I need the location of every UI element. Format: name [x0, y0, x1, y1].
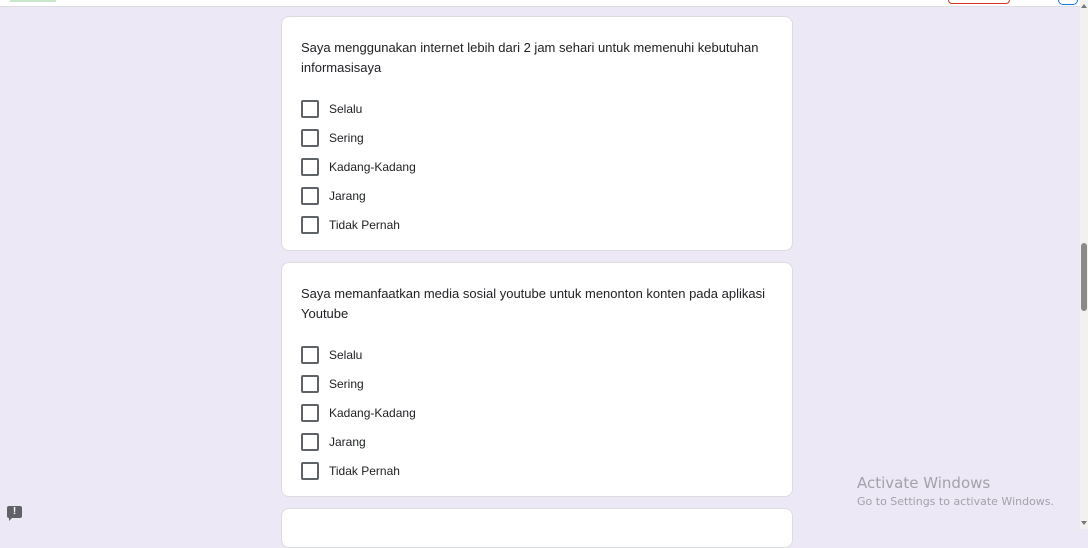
checkbox-icon[interactable]: [301, 374, 319, 393]
option-jarang[interactable]: Jarang: [301, 427, 773, 456]
option-selalu[interactable]: Selalu: [301, 94, 773, 123]
question-card-1: Saya menggunakan internet lebih dari 2 j…: [281, 16, 793, 251]
option-sering[interactable]: Sering: [301, 369, 773, 398]
question-title: Saya memanfaatkan media sosial youtube u…: [301, 286, 765, 321]
watermark-subtitle: Go to Settings to activate Windows.: [857, 495, 1055, 508]
option-tidak-pernah[interactable]: Tidak Pernah: [301, 456, 773, 485]
question-card-2: Saya memanfaatkan media sosial youtube u…: [281, 262, 793, 497]
top-bar-left-element: [10, 0, 56, 2]
question-title: Saya menggunakan internet lebih dari 2 j…: [301, 40, 759, 75]
checkbox-icon[interactable]: [301, 186, 319, 205]
option-jarang[interactable]: Jarang: [301, 181, 773, 210]
option-kadang-kadang[interactable]: Kadang-Kadang: [301, 398, 773, 427]
checkbox-icon[interactable]: [301, 215, 319, 234]
option-label: Sering: [329, 376, 364, 391]
option-label: Selalu: [329, 101, 363, 116]
option-label: Tidak Pernah: [329, 217, 400, 232]
vertical-scrollbar[interactable]: [1080, 0, 1088, 529]
watermark-title: Activate Windows: [857, 474, 991, 492]
scroll-down-icon[interactable]: [1081, 521, 1087, 525]
option-label: Sering: [329, 130, 364, 145]
top-bar-avatar[interactable]: [1058, 0, 1078, 5]
option-label: Jarang: [329, 188, 366, 203]
option-label: Jarang: [329, 434, 366, 449]
option-label: Tidak Pernah: [329, 463, 400, 478]
top-app-bar: [0, 0, 1080, 7]
option-label: Kadang-Kadang: [329, 159, 416, 174]
option-selalu[interactable]: Selalu: [301, 340, 773, 369]
scrollbar-thumb[interactable]: [1081, 243, 1087, 311]
checkbox-icon[interactable]: [301, 128, 319, 147]
scroll-up-icon[interactable]: [1081, 4, 1087, 8]
option-kadang-kadang[interactable]: Kadang-Kadang: [301, 152, 773, 181]
option-label: Selalu: [329, 347, 363, 362]
checkbox-icon[interactable]: [301, 403, 319, 422]
checkbox-icon[interactable]: [301, 461, 319, 480]
checkbox-icon[interactable]: [301, 345, 319, 364]
feedback-icon[interactable]: !: [7, 506, 22, 521]
top-bar-red-button[interactable]: [948, 0, 1010, 4]
question-card-3: [281, 508, 793, 548]
checkbox-icon[interactable]: [301, 99, 319, 118]
option-label: Kadang-Kadang: [329, 405, 416, 420]
option-sering[interactable]: Sering: [301, 123, 773, 152]
option-tidak-pernah[interactable]: Tidak Pernah: [301, 210, 773, 239]
activate-windows-watermark: Activate Windows Go to Settings to activ…: [857, 474, 1054, 509]
checkbox-icon[interactable]: [301, 157, 319, 176]
checkbox-icon[interactable]: [301, 432, 319, 451]
